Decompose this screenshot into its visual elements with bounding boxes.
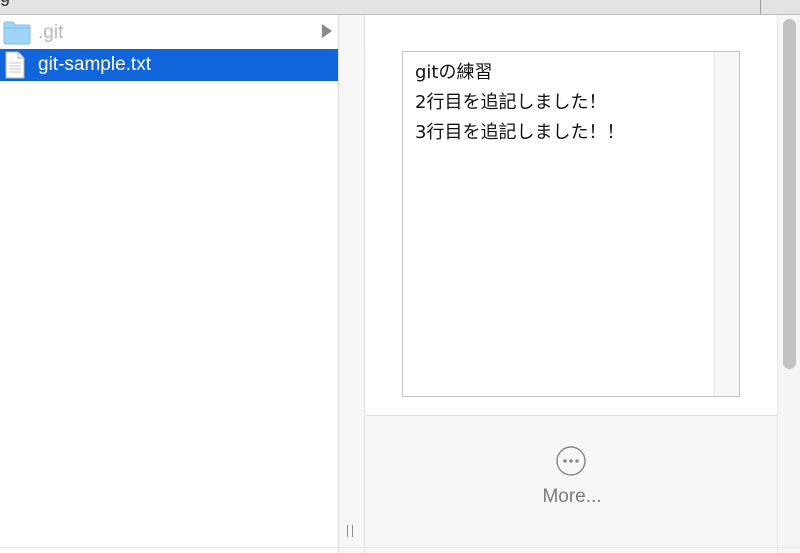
title-bar-divider (760, 0, 761, 14)
preview-actions: More... (365, 416, 777, 553)
more-label: More... (542, 486, 602, 507)
ellipsis-circle-icon (555, 445, 587, 482)
expand-arrow-icon[interactable] (322, 24, 332, 38)
text-file-icon (3, 51, 27, 84)
folder-icon (3, 19, 31, 50)
title-bar-partial-text: g (0, 0, 10, 7)
column-gutter (339, 15, 365, 553)
content-line-3: 3行目を追記しました！！ (415, 122, 625, 143)
file-preview[interactable]: gitの練習 2行目を追記しました！ 3行目を追記しました！！ (402, 51, 740, 397)
preview-scrollbar[interactable] (714, 52, 739, 396)
bottom-border (0, 547, 800, 548)
folder-name: .git (38, 22, 64, 43)
scrollbar-thumb[interactable] (783, 19, 796, 369)
file-browser-column: .git git-sample.txt (0, 15, 338, 553)
window-scrollbar[interactable] (777, 15, 800, 553)
file-name: git-sample.txt (38, 54, 151, 75)
content-line-1: gitの練習 (415, 62, 493, 83)
title-bar-strip: g (0, 0, 800, 15)
file-content: gitの練習 2行目を追記しました！ 3行目を追記しました！！ (415, 58, 624, 148)
column-resize-handle[interactable] (346, 525, 356, 539)
folder-row-git[interactable]: .git (0, 17, 338, 49)
content-line-2: 2行目を追記しました！ (415, 92, 607, 113)
preview-pane: gitの練習 2行目を追記しました！ 3行目を追記しました！！ More... (365, 15, 777, 553)
file-row-git-sample[interactable]: git-sample.txt (0, 49, 338, 81)
more-button[interactable]: More... (532, 442, 612, 512)
